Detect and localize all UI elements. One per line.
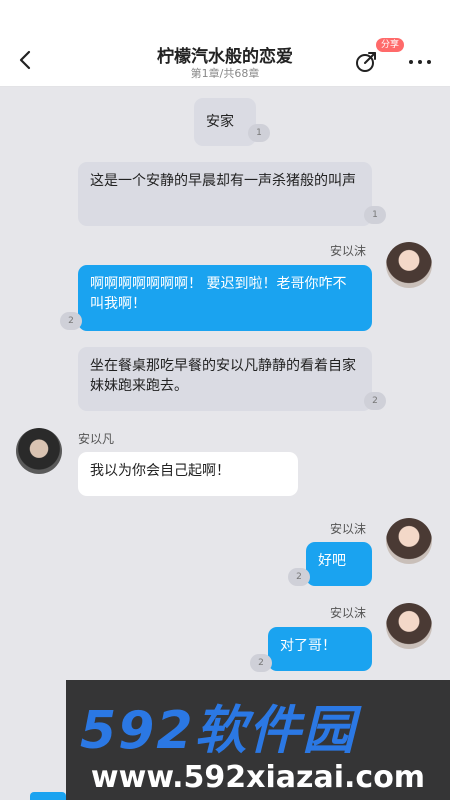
comment-count-badge[interactable]: 2 [60,312,82,330]
comment-count-badge[interactable]: 2 [288,568,310,586]
comment-count-badge[interactable]: 1 [248,124,270,142]
chapter-indicator: 第1章/共68章 [190,67,260,80]
chat-bubble[interactable]: 好吧 [306,542,372,586]
speaker-name: 安以沫 [330,606,367,620]
share-badge: 分享 [376,38,405,52]
avatar[interactable] [386,603,432,649]
more-dots-icon [409,60,413,64]
more-dots-icon [427,60,431,64]
speaker-name: 安以沫 [330,244,367,258]
chat-bubble[interactable]: 对了哥！ [268,627,372,671]
narration-bubble[interactable]: 安家 [194,98,256,146]
avatar[interactable] [386,518,432,564]
share-icon [356,52,376,72]
comment-count-badge[interactable]: 2 [250,654,272,672]
comment-count-badge[interactable]: 1 [364,206,386,224]
avatar[interactable] [386,242,432,288]
watermark-url: www.592xiazai.com [90,760,426,795]
chat-bubble[interactable]: 啊啊啊啊啊啊啊！ 要迟到啦！老哥你咋不叫我啊！ [78,265,372,331]
watermark-logo: 592软件园 [80,701,357,761]
comment-count-badge[interactable]: 2 [364,392,386,410]
status-bar-area [0,0,450,36]
share-button[interactable] [353,49,379,75]
speaker-name: 安以凡 [78,432,115,446]
more-button[interactable] [405,50,435,74]
more-dots-icon [418,60,422,64]
narration-bubble[interactable]: 这是一个安静的早晨却有一声杀猪般的叫声 [78,162,372,226]
chat-header: 柠檬汽水般的恋爱 第1章/共68章 分享 [0,36,450,87]
watermark: 592软件园 www.592xiazai.com [66,680,450,800]
partial-bubble [30,792,66,800]
chat-bubble[interactable]: 我以为你会自己起啊！ [78,452,298,496]
avatar[interactable] [16,428,62,474]
narration-bubble[interactable]: 坐在餐桌那吃早餐的安以凡静静的看着自家妹妹跑来跑去。 [78,347,372,411]
speaker-name: 安以沫 [330,522,367,536]
